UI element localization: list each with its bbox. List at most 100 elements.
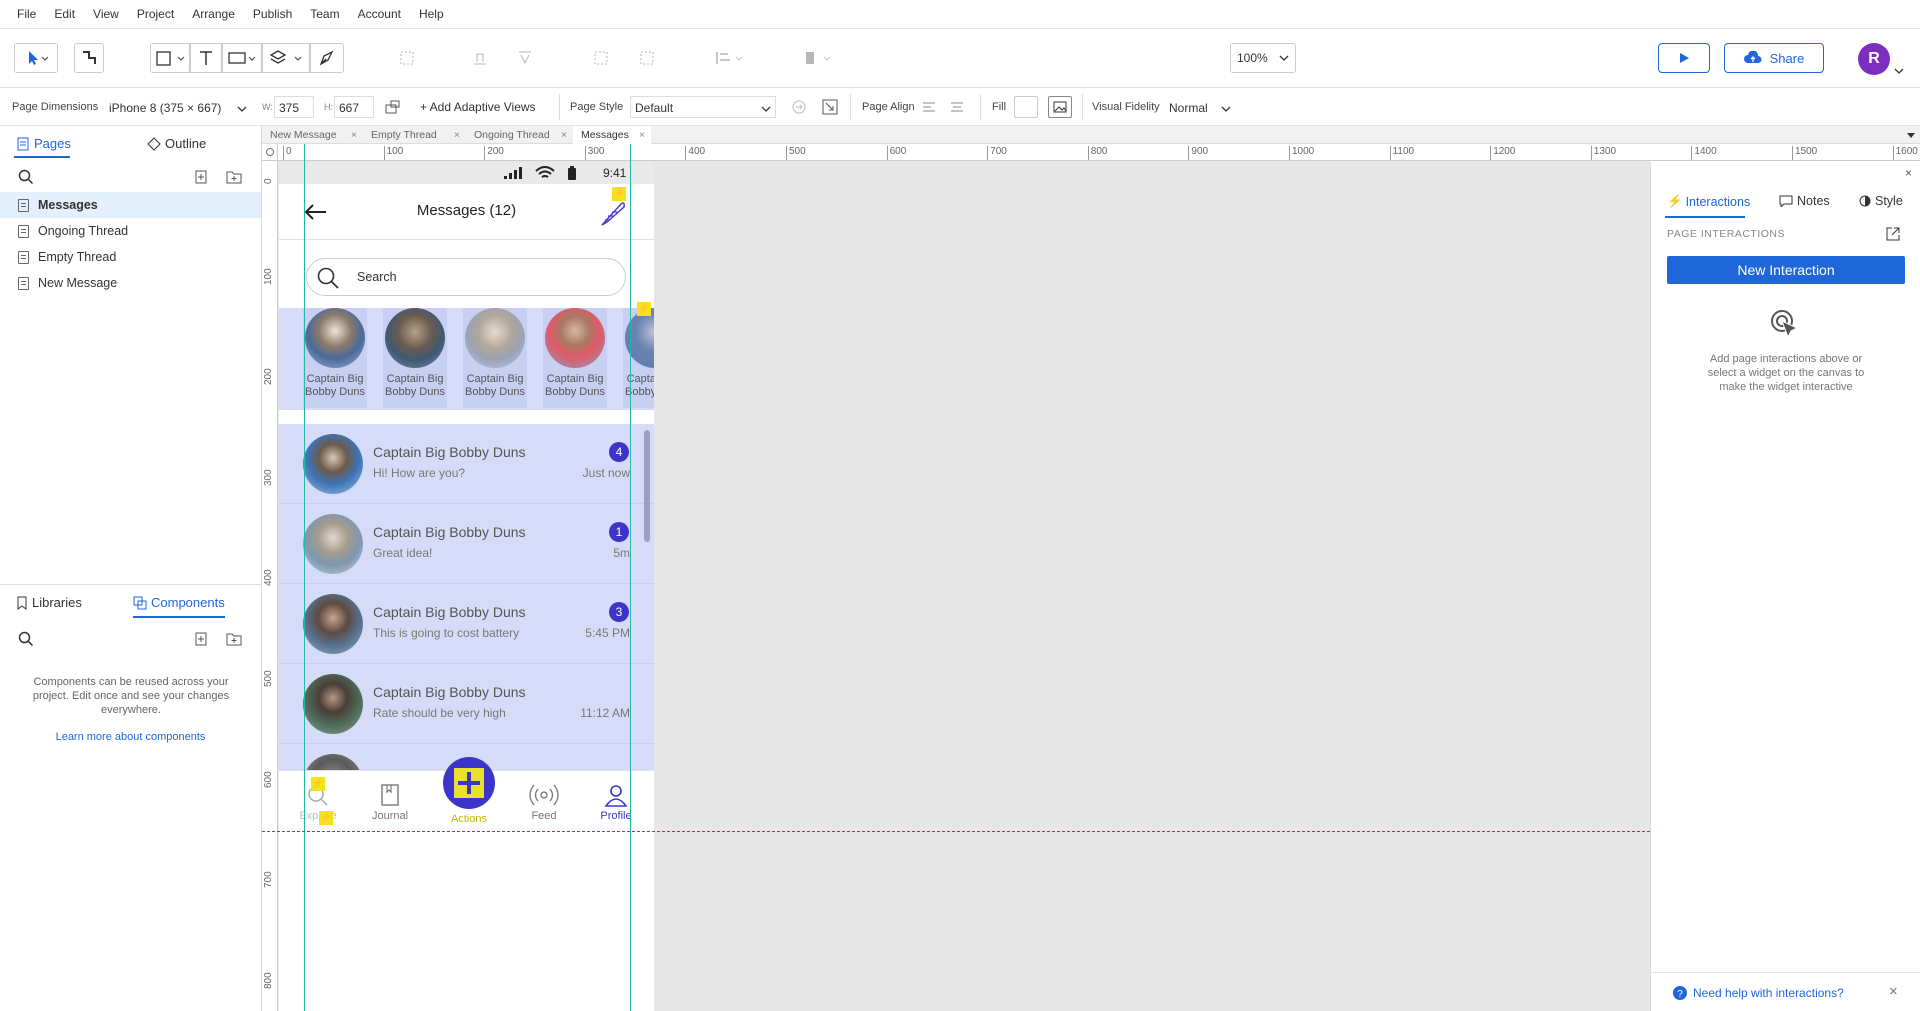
add-adaptive-views-button[interactable]: + Add Adaptive Views — [420, 88, 536, 126]
nav-feed[interactable]: Feed — [519, 777, 569, 827]
new-interaction-button[interactable]: New Interaction — [1667, 256, 1905, 284]
fill-color-swatch[interactable] — [1014, 96, 1038, 118]
tab-interactions[interactable]: ⚡ Interactions — [1667, 194, 1750, 209]
order-button[interactable] — [708, 43, 752, 73]
visual-fidelity-select[interactable]: Normal — [1164, 96, 1236, 118]
tab-messages[interactable]: Messages × — [573, 126, 651, 144]
phone-artboard[interactable]: 9:41 ⚡ Messages (12) Search Captain Big … — [279, 162, 654, 1011]
story-item[interactable]: Captain Big Bobby Duns — [383, 308, 447, 408]
user-avatar[interactable]: R — [1858, 43, 1890, 75]
menu-edit[interactable]: Edit — [45, 7, 84, 21]
tab-empty-thread[interactable]: Empty Thread × — [363, 126, 466, 144]
add-component-icon[interactable] — [194, 632, 208, 646]
tabs-menu-chevron-icon[interactable] — [1906, 132, 1916, 139]
close-icon[interactable]: × — [561, 126, 567, 144]
search-icon[interactable] — [18, 631, 34, 647]
tab-components[interactable]: Components — [133, 595, 225, 610]
search-icon[interactable] — [18, 169, 34, 185]
share-button[interactable]: Share — [1724, 43, 1824, 73]
close-icon[interactable]: × — [454, 126, 460, 144]
tab-notes[interactable]: Notes — [1779, 194, 1830, 208]
width-input[interactable]: 375 — [274, 96, 314, 118]
user-menu-chevron-icon[interactable] — [1894, 67, 1904, 75]
ungroup-button[interactable] — [586, 43, 616, 73]
nav-actions[interactable]: Actions — [439, 757, 499, 831]
story-item[interactable]: Captain Big Bobby Duns — [463, 308, 527, 408]
story-item[interactable]: Captain Big Bobby Duns — [303, 308, 367, 408]
open-external-icon[interactable] — [1886, 227, 1900, 241]
page-tabs: New Message × Empty Thread × Ongoing Threa… — [262, 126, 1920, 144]
interaction-flag-icon[interactable]: ⚡ — [319, 811, 333, 825]
page-item-messages[interactable]: Messages — [0, 192, 261, 218]
widget-tool[interactable] — [222, 43, 262, 73]
message-row[interactable]: Captain Big Bobby Duns Hi! How are you? … — [279, 424, 654, 504]
zoom-select[interactable]: 100% — [1230, 43, 1296, 73]
spacing-button[interactable] — [796, 43, 840, 73]
lock-button[interactable] — [632, 43, 662, 73]
menu-arrange[interactable]: Arrange — [183, 7, 244, 21]
tab-outline[interactable]: Outline — [147, 136, 206, 151]
page-item-new-message[interactable]: New Message — [0, 270, 261, 296]
vertical-ruler: 0 100 200 300 400 500 600 700 800 — [262, 161, 278, 1011]
select-tool[interactable] — [14, 43, 58, 73]
message-row[interactable]: Captain Big Bobby Duns This is going to … — [279, 584, 654, 664]
tab-libraries[interactable]: Libraries — [16, 595, 82, 610]
interaction-flag-icon[interactable]: ⚡ — [311, 777, 325, 791]
align-left-icon[interactable] — [922, 100, 936, 114]
width-value: 375 — [279, 101, 300, 115]
menu-publish[interactable]: Publish — [244, 7, 301, 21]
close-panel-icon[interactable]: × — [1905, 166, 1912, 180]
menu-project[interactable]: Project — [128, 7, 183, 21]
page-item-ongoing-thread[interactable]: Ongoing Thread — [0, 218, 261, 244]
add-folder-icon[interactable] — [226, 632, 242, 646]
close-icon[interactable]: × — [639, 126, 645, 144]
message-row[interactable]: Captain Big Bobby Duns Rate should be ve… — [279, 664, 654, 744]
close-icon[interactable]: × — [351, 126, 357, 144]
preview-button[interactable] — [1658, 43, 1710, 73]
nav-profile[interactable]: Profile — [591, 777, 641, 827]
page-item-empty-thread[interactable]: Empty Thread — [0, 244, 261, 270]
menu-help[interactable]: Help — [410, 7, 453, 21]
story-item[interactable]: Captain Big Bobby Duns — [543, 308, 607, 408]
tab-ongoing-thread[interactable]: Ongoing Thread × — [466, 126, 573, 144]
page-style-label: Page Style — [570, 101, 624, 113]
menu-view[interactable]: View — [84, 7, 128, 21]
swap-orientation-icon[interactable] — [384, 99, 402, 115]
align-top-button[interactable] — [465, 43, 495, 73]
height-input[interactable]: 667 — [334, 96, 374, 118]
ruler-corner[interactable] — [262, 144, 278, 161]
fill-image-button[interactable] — [1048, 96, 1072, 118]
phone-search-field[interactable]: Search — [306, 258, 626, 296]
nav-journal[interactable]: Journal — [365, 777, 415, 827]
compose-feather-icon[interactable] — [599, 198, 627, 228]
device-select[interactable]: iPhone 8 (375 × 667) — [104, 96, 252, 118]
text-tool[interactable] — [190, 43, 222, 73]
tab-interactions-label: Interactions — [1685, 194, 1751, 209]
connector-icon — [83, 51, 96, 64]
tab-pages[interactable]: Pages — [16, 136, 71, 151]
connector-tool[interactable] — [74, 43, 104, 73]
add-page-icon[interactable] — [194, 170, 208, 184]
interaction-flag-icon[interactable]: ⚡ — [637, 302, 651, 316]
edit-style-icon[interactable] — [822, 99, 838, 115]
rectangle-tool[interactable] — [150, 43, 190, 73]
group-button[interactable] — [392, 43, 422, 73]
tab-new-message[interactable]: New Message × — [262, 126, 363, 144]
align-center-icon[interactable] — [950, 100, 964, 114]
menu-team[interactable]: Team — [301, 7, 348, 21]
layers-tool[interactable] — [262, 43, 310, 73]
menu-file[interactable]: File — [8, 7, 45, 21]
scrollbar-thumb[interactable] — [644, 430, 650, 542]
page-style-select[interactable]: Default — [630, 96, 776, 118]
apply-style-icon[interactable] — [791, 99, 807, 115]
distribute-button[interactable] — [510, 43, 540, 73]
add-folder-icon[interactable] — [226, 170, 242, 184]
learn-more-components-link[interactable]: Learn more about components — [0, 731, 261, 743]
menu-account[interactable]: Account — [349, 7, 410, 21]
pen-tool[interactable] — [310, 43, 344, 73]
story-item[interactable]: Captain Big Bobby Duns — [623, 308, 654, 408]
tab-style[interactable]: Style — [1859, 194, 1903, 208]
message-row[interactable]: Captain Big Bobby Duns Great idea! 1 5m — [279, 504, 654, 584]
help-link[interactable]: Need help with interactions? — [1693, 986, 1844, 1000]
close-help-icon[interactable]: × — [1889, 983, 1898, 1000]
